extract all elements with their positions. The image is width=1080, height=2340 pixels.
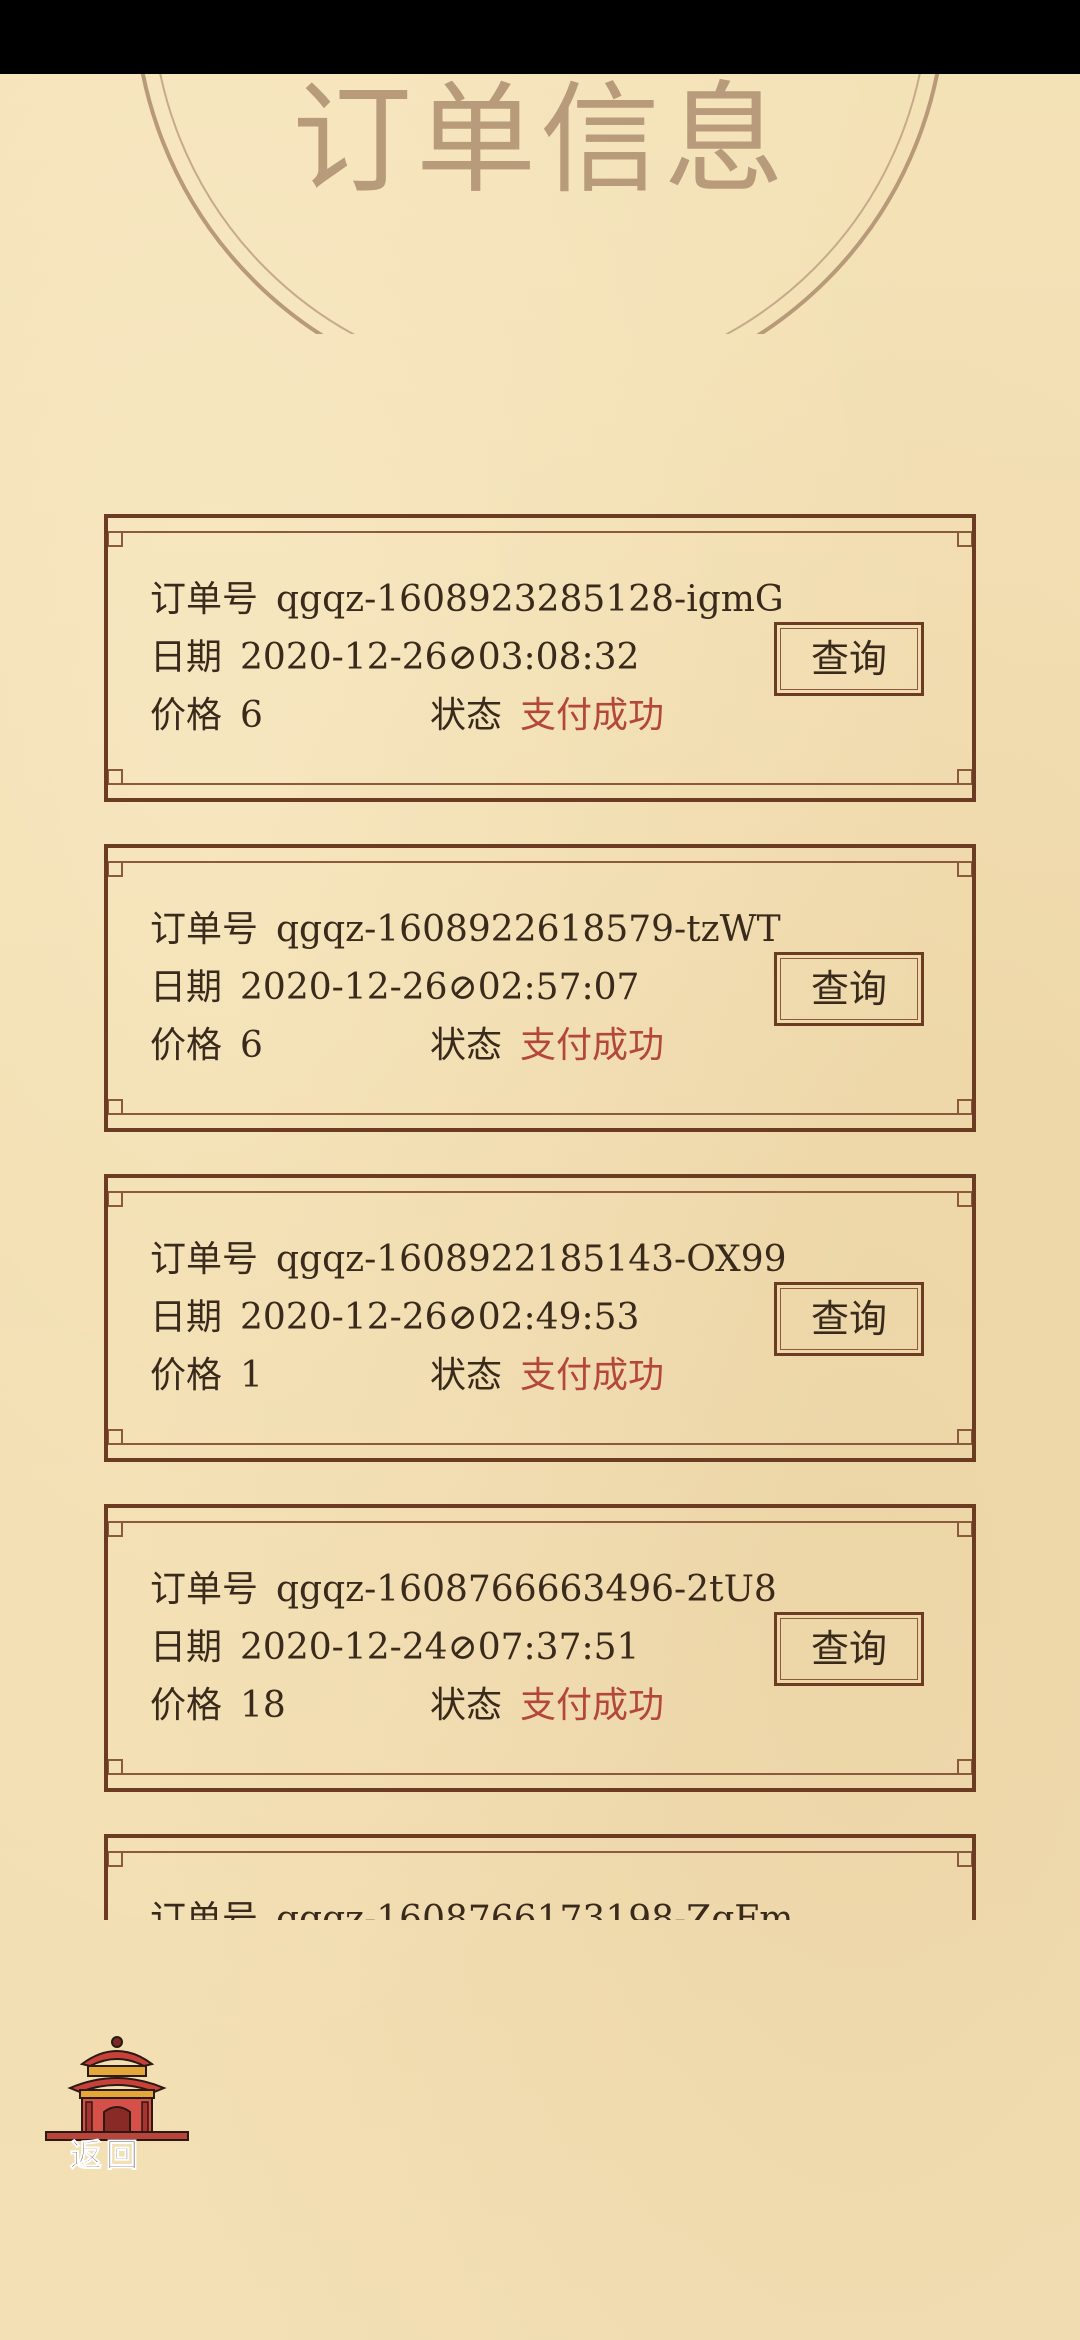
date-value: 2020-12-24⊘07:37:51 bbox=[240, 1627, 640, 1668]
order-number-label: 订单号 bbox=[150, 1899, 259, 1920]
order-number-label: 订单号 bbox=[150, 909, 259, 950]
order-number-label: 订单号 bbox=[150, 1239, 259, 1280]
order-number-value: qgqz-1608766173198-ZgFm bbox=[276, 1899, 794, 1920]
price-value: 1 bbox=[240, 1355, 263, 1396]
order-number-row: 订单号 qgqz-1608922185143-OX99 bbox=[150, 1238, 787, 1282]
price-label: 价格 bbox=[150, 695, 223, 736]
query-button-label: 查询 bbox=[810, 967, 887, 1011]
price-status-row: 价格 6 状态 支付成功 bbox=[150, 694, 710, 738]
status-value: 支付成功 bbox=[520, 1685, 665, 1726]
order-number-label: 订单号 bbox=[150, 579, 259, 620]
title-seal: 订单信息 bbox=[0, 74, 1080, 334]
query-button-label: 查询 bbox=[810, 1297, 887, 1341]
status-label: 状态 bbox=[430, 1025, 503, 1066]
page-title: 订单信息 bbox=[292, 74, 788, 210]
query-button-label: 查询 bbox=[810, 637, 887, 681]
date-value: 2020-12-26⊘03:08:32 bbox=[240, 637, 640, 678]
order-number-row: 订单号 qgqz-1608766173198-ZgFm bbox=[150, 1898, 793, 1920]
price-label: 价格 bbox=[150, 1685, 223, 1726]
back-button[interactable]: 返回 bbox=[42, 2030, 192, 2180]
date-label: 日期 bbox=[150, 967, 223, 1008]
order-number-value: qgqz-1608923285128-igmG bbox=[276, 579, 784, 620]
date-label: 日期 bbox=[150, 1297, 223, 1338]
order-number-value: qgqz-1608922618579-tzWT bbox=[276, 909, 781, 950]
price-value: 6 bbox=[240, 1025, 263, 1066]
query-button[interactable]: 查询 bbox=[774, 952, 924, 1026]
status-label: 状态 bbox=[430, 1355, 503, 1396]
back-label: 返回 bbox=[69, 2136, 143, 2175]
price-label: 价格 bbox=[150, 1025, 223, 1066]
order-number-row: 订单号 qgqz-1608766663496-2tU8 bbox=[150, 1568, 777, 1612]
date-row: 日期 2020-12-26⊘02:57:07 bbox=[150, 966, 639, 1010]
status-value: 支付成功 bbox=[520, 1355, 665, 1396]
status-group: 状态 支付成功 bbox=[430, 1684, 664, 1728]
order-card: 订单号 qgqz-1608922185143-OX99 日期 2020-12-26⊘… bbox=[104, 1174, 976, 1462]
query-button-label: 查询 bbox=[810, 1627, 887, 1671]
price-value: 18 bbox=[240, 1685, 286, 1726]
status-bar bbox=[0, 0, 1080, 74]
query-button[interactable]: 查询 bbox=[774, 1612, 924, 1686]
date-row: 日期 2020-12-24⊘07:37:51 bbox=[150, 1626, 639, 1670]
date-value: 2020-12-26⊘02:49:53 bbox=[240, 1297, 640, 1338]
order-number-label: 订单号 bbox=[150, 1569, 259, 1610]
price-status-row: 价格 18 状态 支付成功 bbox=[150, 1684, 710, 1728]
order-number-value: qgqz-1608766663496-2tU8 bbox=[276, 1569, 777, 1610]
status-label: 状态 bbox=[430, 695, 503, 736]
order-number-row: 订单号 qgqz-1608922618579-tzWT bbox=[150, 908, 781, 952]
status-group: 状态 支付成功 bbox=[430, 1354, 664, 1398]
date-row: 日期 2020-12-26⊘02:49:53 bbox=[150, 1296, 639, 1340]
status-group: 状态 支付成功 bbox=[430, 1024, 664, 1068]
status-group: 状态 支付成功 bbox=[430, 694, 664, 738]
price-label: 价格 bbox=[150, 1355, 223, 1396]
price-status-row: 价格 6 状态 支付成功 bbox=[150, 1024, 710, 1068]
date-label: 日期 bbox=[150, 637, 223, 678]
order-card: 订单号 qgqz-1608922618579-tzWT 日期 2020-12-26⊘… bbox=[104, 844, 976, 1132]
price-status-row: 价格 1 状态 支付成功 bbox=[150, 1354, 710, 1398]
status-value: 支付成功 bbox=[520, 695, 665, 736]
status-label: 状态 bbox=[430, 1685, 503, 1726]
order-card: 订单号 qgqz-1608923285128-igmG 日期 2020-12-26⊘… bbox=[104, 514, 976, 802]
date-row: 日期 2020-12-26⊘03:08:32 bbox=[150, 636, 639, 680]
query-button[interactable]: 查询 bbox=[774, 622, 924, 696]
order-list[interactable]: 订单号 qgqz-1608923285128-igmG 日期 2020-12-26⊘… bbox=[0, 500, 1080, 1920]
order-card: 订单号 qgqz-1608766663496-2tU8 日期 2020-12-24⊘… bbox=[104, 1504, 976, 1792]
date-label: 日期 bbox=[150, 1627, 223, 1668]
query-button[interactable]: 查询 bbox=[774, 1282, 924, 1356]
price-value: 6 bbox=[240, 695, 263, 736]
status-value: 支付成功 bbox=[520, 1025, 665, 1066]
order-number-row: 订单号 qgqz-1608923285128-igmG bbox=[150, 578, 784, 622]
order-card: 订单号 qgqz-1608766173198-ZgFm bbox=[104, 1834, 976, 1920]
date-value: 2020-12-26⊘02:57:07 bbox=[240, 967, 640, 1008]
order-number-value: qgqz-1608922185143-OX99 bbox=[276, 1239, 787, 1280]
